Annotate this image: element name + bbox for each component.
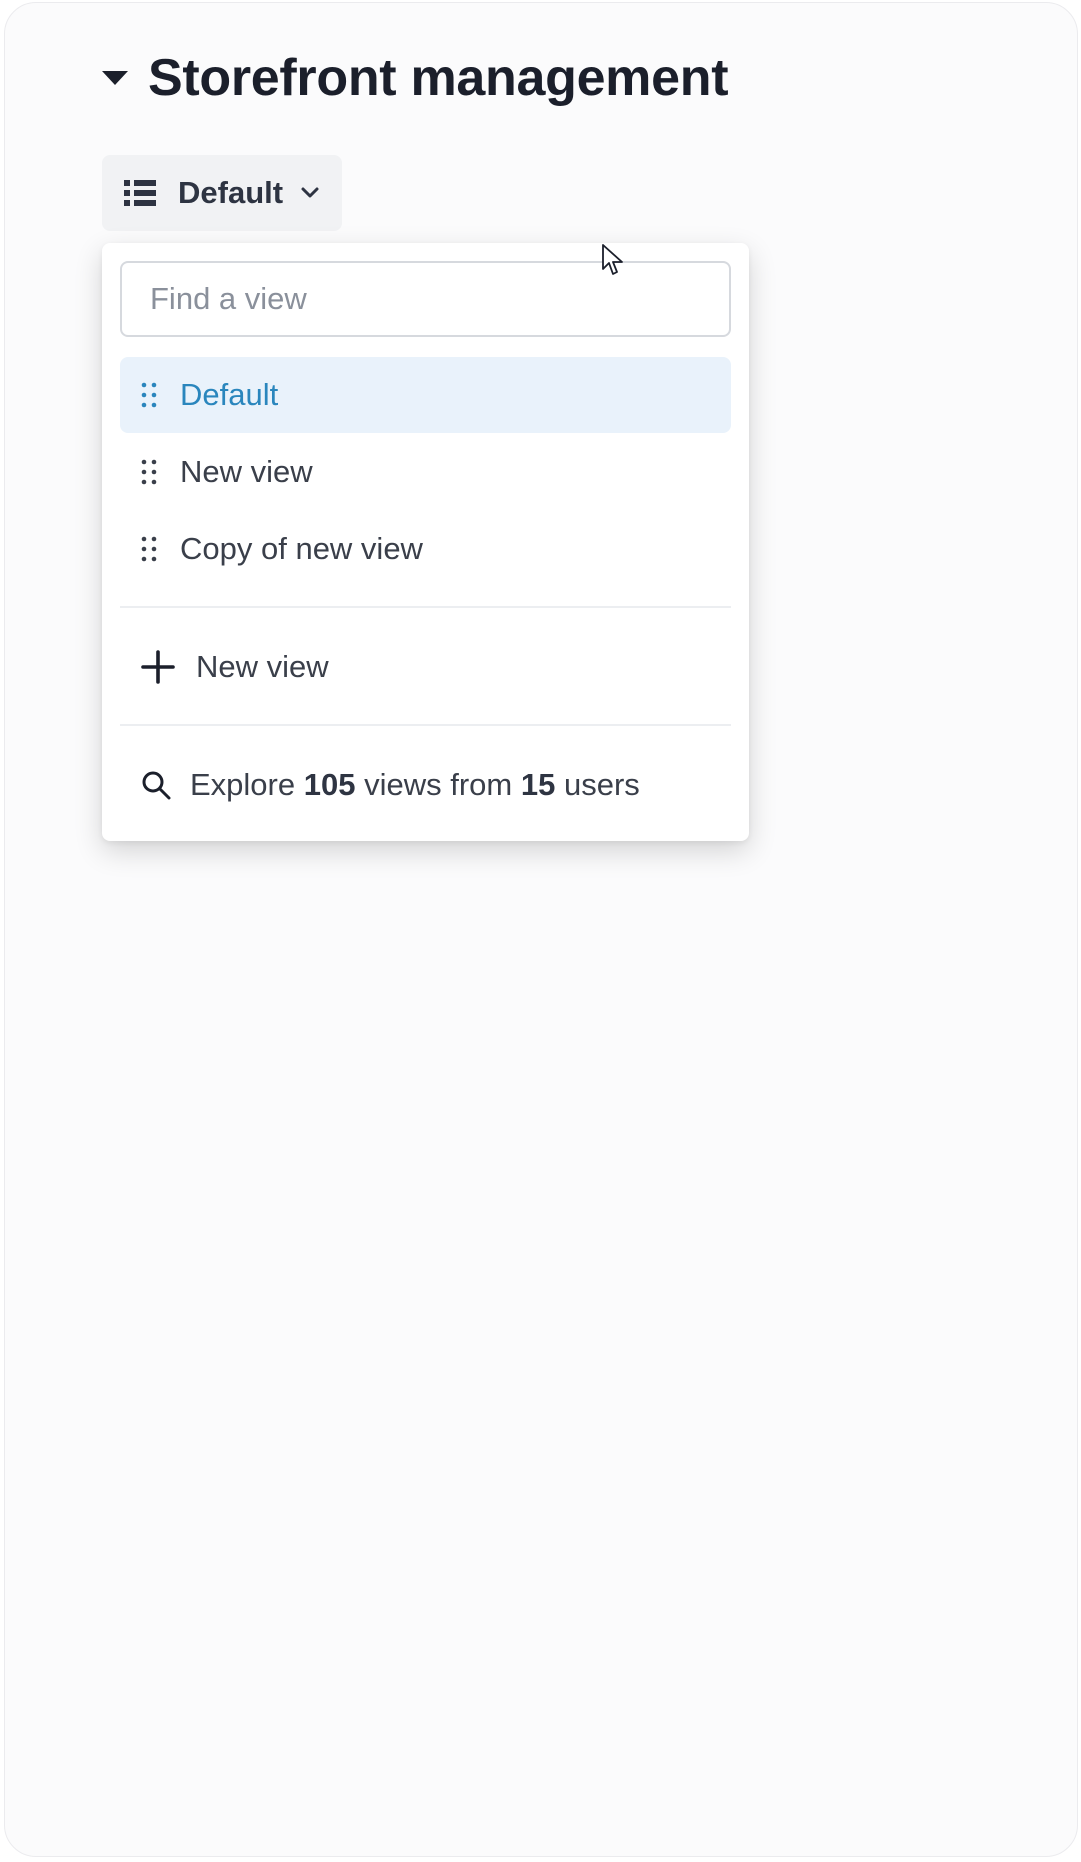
- view-selector-label: Default: [178, 175, 284, 210]
- search-icon: [142, 771, 171, 800]
- view-selector-button[interactable]: Default: [102, 155, 342, 231]
- mouse-cursor-icon: [602, 244, 623, 275]
- view-item-label: New view: [180, 454, 313, 489]
- views-dropdown: Default New view Copy of new view: [102, 243, 749, 841]
- explore-views-link[interactable]: Explore 105 views from 15 users: [120, 745, 731, 825]
- chevron-down-icon: [301, 187, 319, 198]
- drag-handle-icon[interactable]: [140, 381, 158, 409]
- explore-views-label: Explore 105 views from 15 users: [190, 767, 640, 802]
- view-item-new-view[interactable]: New view: [120, 434, 731, 510]
- plus-icon: [141, 650, 175, 684]
- list-icon: [124, 180, 156, 206]
- view-item-label: Copy of new view: [180, 531, 423, 566]
- find-view-input[interactable]: [120, 261, 731, 337]
- page-title: Storefront management: [148, 49, 729, 107]
- drag-handle-icon[interactable]: [140, 535, 158, 563]
- divider: [120, 606, 731, 608]
- view-item-copy-of-new-view[interactable]: Copy of new view: [120, 511, 731, 587]
- view-item-default[interactable]: Default: [120, 357, 731, 433]
- drag-handle-icon[interactable]: [140, 458, 158, 486]
- new-view-button[interactable]: New view: [120, 627, 731, 707]
- app-frame: Storefront management Default Default: [4, 2, 1078, 1857]
- page-header: Storefront management: [102, 43, 729, 113]
- view-item-label: Default: [180, 377, 279, 412]
- caret-down-icon[interactable]: [102, 71, 128, 85]
- new-view-label: New view: [196, 649, 329, 684]
- divider: [120, 724, 731, 726]
